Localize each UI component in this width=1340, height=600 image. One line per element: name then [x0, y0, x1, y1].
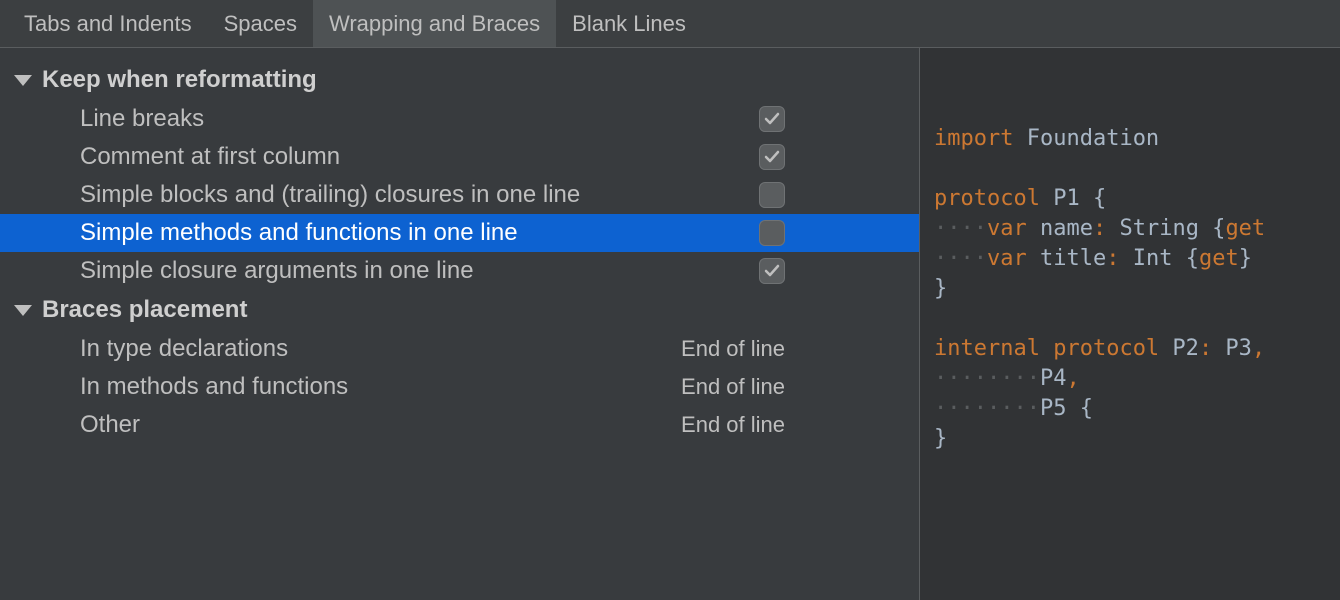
tab-wrapping-braces[interactable]: Wrapping and Braces — [313, 0, 556, 47]
setting-label: In methods and functions — [80, 373, 681, 401]
group-title: Braces placement — [42, 296, 247, 324]
settings-panel: Keep when reformatting Line breaks Commen… — [0, 48, 920, 600]
setting-row[interactable]: Simple methods and functions in one line — [0, 214, 919, 252]
setting-value[interactable]: End of line — [681, 412, 785, 438]
group-braces-header[interactable]: Braces placement — [0, 290, 919, 330]
setting-row[interactable]: Simple closure arguments in one line — [0, 252, 919, 290]
setting-label: Simple closure arguments in one line — [80, 257, 751, 285]
setting-value[interactable]: End of line — [681, 336, 785, 362]
setting-row[interactable]: Comment at first column — [0, 138, 919, 176]
checkbox[interactable] — [759, 258, 785, 284]
setting-row[interactable]: In type declarationsEnd of line — [0, 330, 919, 368]
setting-label: Line breaks — [80, 105, 751, 133]
group-title: Keep when reformatting — [42, 66, 317, 94]
checkbox[interactable] — [759, 106, 785, 132]
setting-row[interactable]: Simple blocks and (trailing) closures in… — [0, 176, 919, 214]
tab-bar: Tabs and Indents Spaces Wrapping and Bra… — [0, 0, 1340, 48]
checkbox[interactable] — [759, 220, 785, 246]
setting-label: Simple blocks and (trailing) closures in… — [80, 181, 751, 209]
group-keep-header[interactable]: Keep when reformatting — [0, 60, 919, 100]
main-area: Keep when reformatting Line breaks Commen… — [0, 48, 1340, 600]
tab-blank-lines[interactable]: Blank Lines — [556, 0, 702, 47]
tab-spaces[interactable]: Spaces — [208, 0, 313, 47]
setting-row[interactable]: In methods and functionsEnd of line — [0, 368, 919, 406]
checkbox[interactable] — [759, 182, 785, 208]
checkbox[interactable] — [759, 144, 785, 170]
setting-row[interactable]: Line breaks — [0, 100, 919, 138]
chevron-down-icon — [14, 75, 32, 86]
setting-label: Comment at first column — [80, 143, 751, 171]
chevron-down-icon — [14, 305, 32, 316]
setting-label: Other — [80, 411, 681, 439]
setting-value[interactable]: End of line — [681, 374, 785, 400]
setting-row[interactable]: OtherEnd of line — [0, 406, 919, 444]
tab-tabs-indents[interactable]: Tabs and Indents — [8, 0, 208, 47]
code-preview: import Foundation protocol P1 {····var n… — [920, 48, 1340, 600]
setting-label: In type declarations — [80, 335, 681, 363]
setting-label: Simple methods and functions in one line — [80, 219, 751, 247]
